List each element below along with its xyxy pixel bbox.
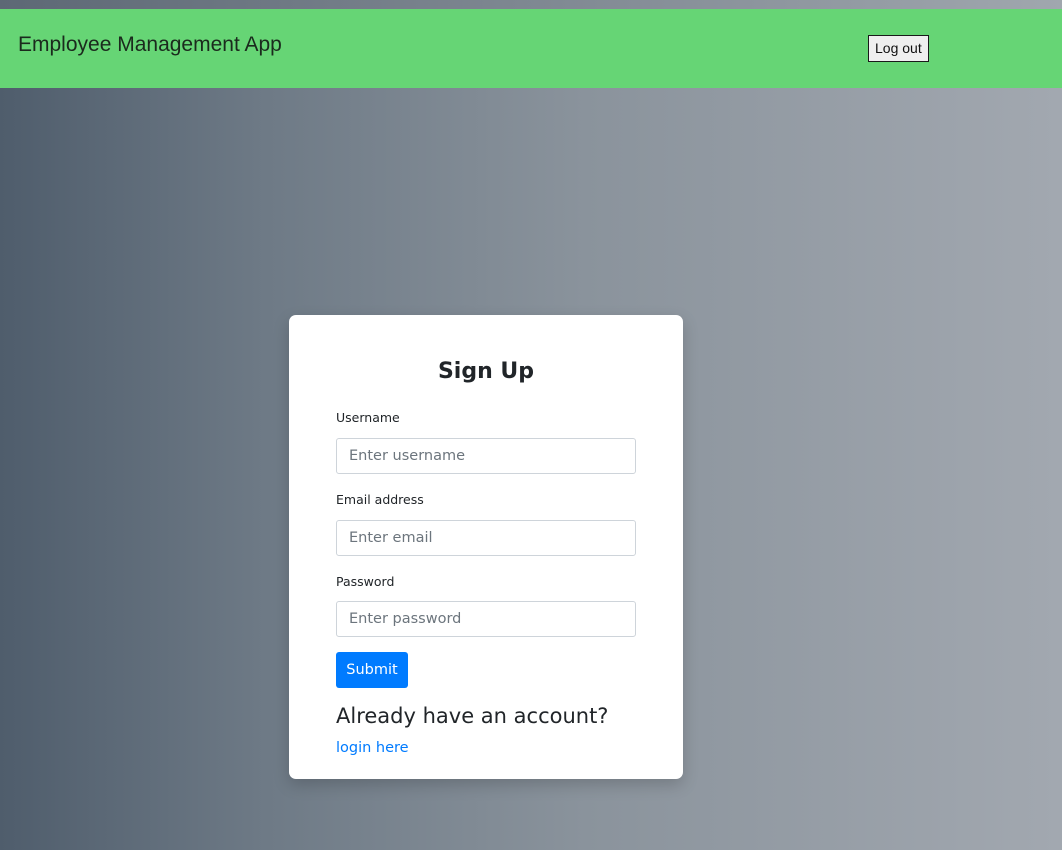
password-input[interactable] (336, 601, 636, 637)
submit-button[interactable]: Submit (336, 652, 408, 688)
navbar: Employee Management App Log out (0, 9, 1062, 88)
window-top-strip (0, 0, 1062, 9)
logout-button[interactable]: Log out (868, 35, 929, 62)
already-have-account-heading: Already have an account? (336, 704, 609, 728)
username-input[interactable] (336, 438, 636, 474)
email-label: Email address (336, 492, 424, 507)
username-label: Username (336, 410, 400, 425)
email-input[interactable] (336, 520, 636, 556)
password-label: Password (336, 574, 395, 589)
signup-title: Sign Up (437, 359, 535, 384)
app-brand: Employee Management App (18, 33, 282, 56)
signup-card: Sign Up Username Email address Password … (289, 315, 683, 779)
login-link[interactable]: login here (336, 740, 409, 756)
